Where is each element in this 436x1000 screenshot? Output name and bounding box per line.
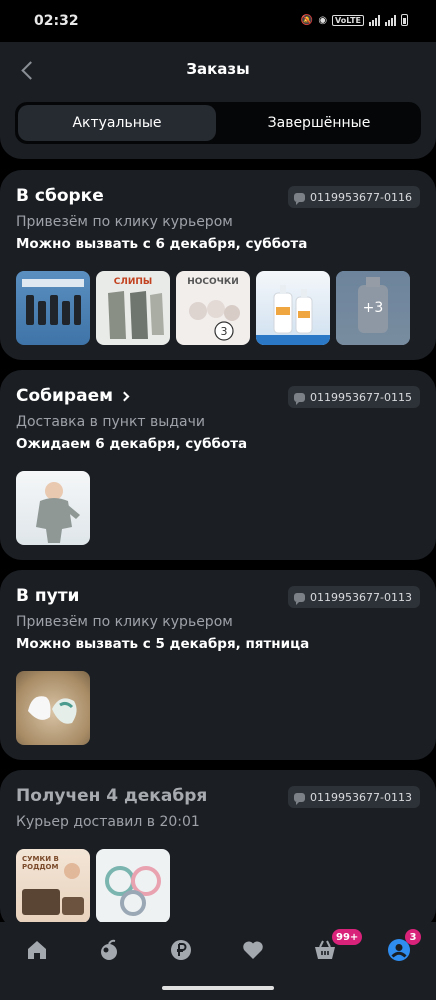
order-status: В пути	[16, 586, 80, 606]
hotspot-icon: ◉	[318, 14, 328, 26]
product-thumb[interactable]	[16, 471, 90, 545]
delivery-info: Ожидаем 6 декабря, суббота	[16, 436, 248, 452]
product-thumb[interactable]: НОСОЧКИ 3	[176, 271, 250, 345]
product-image	[22, 279, 84, 325]
header: Заказы Актуальные Завершённые	[0, 42, 436, 159]
product-thumbnails	[16, 671, 90, 745]
product-label: СУМКИ В РОДДОМ	[22, 855, 59, 871]
order-card[interactable]: В пути 0119953677-0113 Привезём по клику…	[0, 570, 436, 760]
page-title: Заказы	[186, 60, 250, 78]
order-tabs: Актуальные Завершённые	[15, 102, 421, 144]
product-thumb[interactable]: +3	[336, 271, 410, 345]
product-thumb[interactable]: СУМКИ В РОДДОМ	[16, 849, 90, 923]
delivery-method: Привезём по клику курьером	[16, 614, 233, 630]
product-thumbnails: СЛИПЫ НОСОЧКИ 3 +3	[16, 271, 410, 345]
home-icon[interactable]	[23, 936, 51, 964]
order-card[interactable]: Получен 4 декабря 0119953677-0113 Курьер…	[0, 770, 436, 930]
product-thumb[interactable]	[96, 849, 170, 923]
delivery-info: Можно вызвать с 5 декабря, пятница	[16, 636, 310, 652]
chat-icon	[294, 392, 306, 405]
volte-indicator: VoLTE	[332, 14, 364, 26]
order-status: В сборке	[16, 186, 104, 206]
more-products-overlay[interactable]: +3	[336, 271, 410, 345]
basket-badge: 99+	[332, 929, 363, 945]
product-thumb[interactable]: СЛИПЫ	[96, 271, 170, 345]
delivery-info: Можно вызвать с 6 декабря, суббота	[16, 236, 308, 252]
product-thumb[interactable]	[16, 671, 90, 745]
order-number-badge[interactable]: 0119953677-0116	[288, 186, 420, 208]
profile-badge: 3	[405, 929, 421, 945]
chat-icon	[294, 592, 306, 605]
tab-completed[interactable]: Завершённые	[220, 105, 418, 141]
product-thumbnails	[16, 471, 90, 545]
delivery-method: Привезём по клику курьером	[16, 214, 233, 230]
tab-current[interactable]: Актуальные	[18, 105, 216, 141]
product-thumbnails: СУМКИ В РОДДОМ	[16, 849, 170, 923]
order-number: 0119953677-0113	[310, 590, 412, 604]
order-card[interactable]: В сборке 0119953677-0116 Привезём по кли…	[0, 170, 436, 360]
signal-2-icon	[385, 14, 396, 26]
product-image	[36, 482, 80, 543]
order-number-badge[interactable]: 0119953677-0113	[288, 786, 420, 808]
signal-icon	[369, 14, 380, 26]
order-number: 0119953677-0115	[310, 390, 412, 404]
home-indicator	[162, 986, 274, 990]
product-image	[105, 866, 161, 916]
order-number-badge[interactable]: 0119953677-0115	[288, 386, 420, 408]
order-number-badge[interactable]: 0119953677-0113	[288, 586, 420, 608]
chevron-right-icon	[119, 391, 130, 401]
svg-text:3: 3	[221, 325, 228, 338]
order-number: 0119953677-0116	[310, 190, 412, 204]
chat-icon	[294, 792, 306, 805]
catalog-icon[interactable]	[95, 936, 123, 964]
product-image	[28, 696, 77, 724]
product-thumb[interactable]	[16, 271, 90, 345]
product-thumb[interactable]	[256, 271, 330, 345]
chat-icon	[294, 192, 306, 205]
status-time: 02:32	[34, 13, 79, 29]
ruble-icon[interactable]	[167, 936, 195, 964]
heart-icon[interactable]	[239, 936, 267, 964]
order-number: 0119953677-0113	[310, 790, 412, 804]
status-icons: 🔕 ◉ VoLTE	[301, 14, 408, 26]
product-label: НОСОЧКИ	[187, 277, 239, 287]
delivery-method: Доставка в пункт выдачи	[16, 414, 205, 430]
order-status: Получен 4 декабря	[16, 786, 208, 806]
product-label: СЛИПЫ	[113, 277, 153, 287]
product-image	[256, 285, 330, 345]
status-bar: 02:32 🔕 ◉ VoLTE	[0, 0, 436, 42]
delivery-method: Курьер доставил в 20:01	[16, 814, 200, 830]
order-status: Собираем	[16, 386, 130, 406]
order-card[interactable]: Собираем 0119953677-0115 Доставка в пунк…	[0, 370, 436, 560]
battery-icon	[401, 14, 408, 26]
mute-icon: 🔕	[300, 14, 314, 26]
